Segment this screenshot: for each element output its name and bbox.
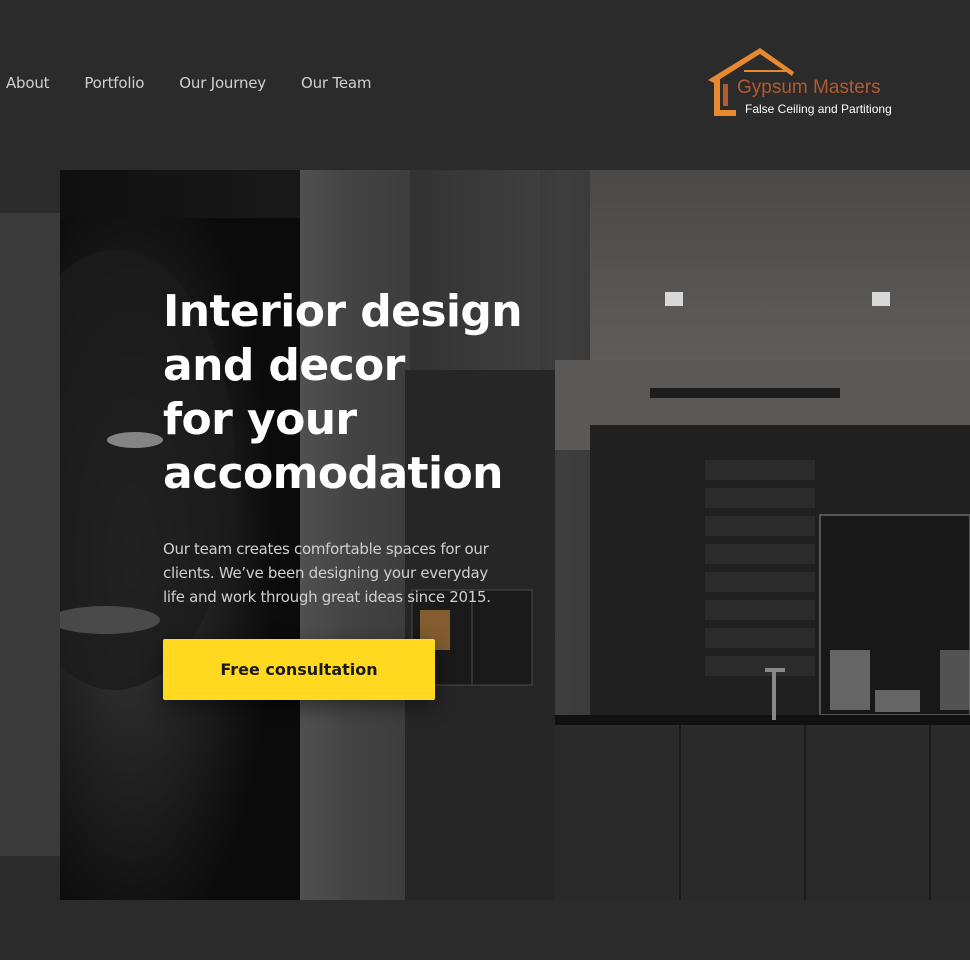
logo-subtitle: False Ceiling and Partitiong — [745, 102, 892, 116]
nav-link-our-team[interactable]: Our Team — [301, 74, 371, 92]
hero-heading-line: Interior design — [163, 286, 523, 337]
hero-heading-line: accomodation — [163, 448, 503, 499]
hero-heading-line: for your — [163, 394, 357, 445]
free-consultation-button[interactable]: Free consultation — [163, 639, 435, 700]
hero-heading: Interior design and decor for your accom… — [163, 285, 523, 501]
brand-logo[interactable]: Gypsum Masters False Ceiling and Partiti… — [706, 46, 916, 122]
nav-link-about[interactable]: About — [6, 74, 50, 92]
nav-menu: About Portfolio Our Journey Our Team — [0, 74, 406, 92]
side-accent-panel — [0, 213, 60, 856]
top-navigation: About Portfolio Our Journey Our Team Gyp… — [0, 0, 970, 170]
logo-title: Gypsum Masters — [737, 77, 881, 98]
hero-heading-line: and decor — [163, 340, 405, 391]
nav-link-our-journey[interactable]: Our Journey — [179, 74, 266, 92]
hero-content: Interior design and decor for your accom… — [163, 285, 523, 609]
nav-link-portfolio[interactable]: Portfolio — [84, 74, 144, 92]
hero-description: Our team creates comfortable spaces for … — [163, 540, 491, 606]
